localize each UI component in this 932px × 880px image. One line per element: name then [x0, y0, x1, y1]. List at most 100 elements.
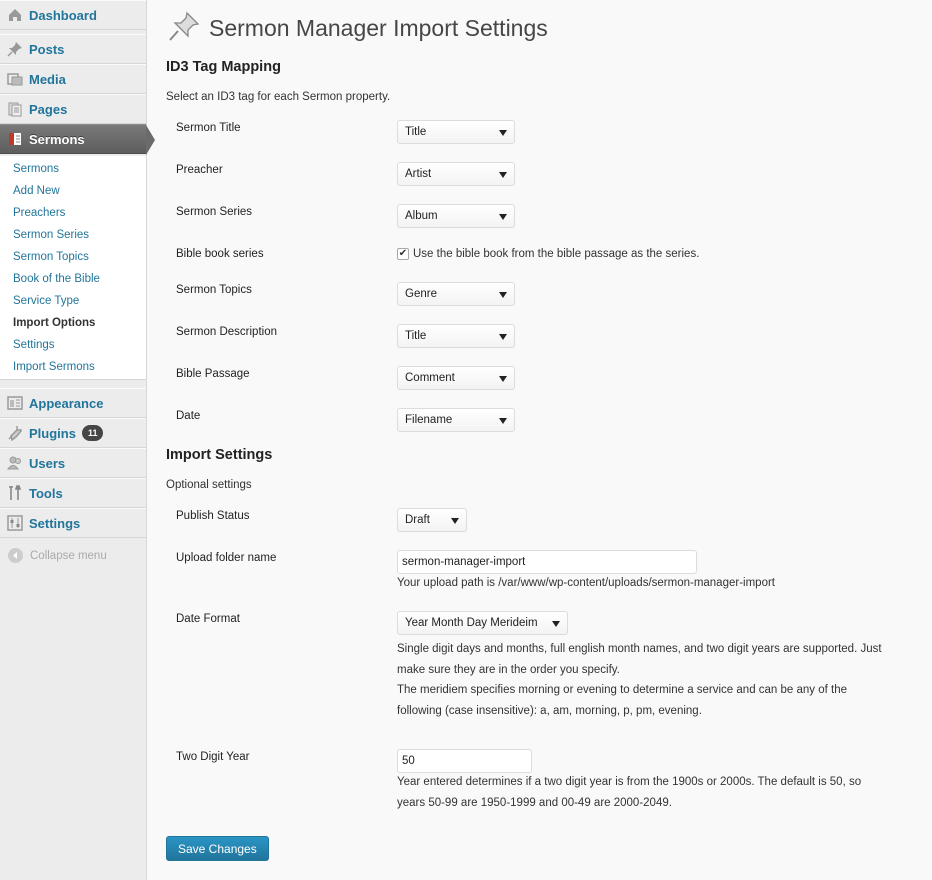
collapse-menu-label: Collapse menu [30, 549, 107, 562]
select-value: Artist [405, 168, 432, 180]
publish-status-select[interactable]: Draft [397, 508, 467, 532]
chevron-down-icon [499, 334, 507, 340]
menu-posts[interactable]: Posts [0, 34, 146, 64]
select-value: Comment [405, 372, 455, 384]
publish-status-label: Publish Status [176, 510, 250, 522]
main-content: Sermon Manager Import Settings ID3 Tag M… [147, 0, 932, 880]
select-value: Genre [405, 288, 437, 300]
tools-icon [6, 484, 24, 502]
date-format-select[interactable]: Year Month Day Merideim [397, 611, 568, 635]
menu-dashboard[interactable]: Dashboard [0, 0, 146, 30]
sermon-topics-select[interactable]: Genre [397, 282, 515, 306]
collapse-menu-button[interactable]: Collapse menu [8, 548, 107, 563]
select-value: Title [405, 330, 427, 342]
help-line: Year entered determines if a two digit y… [397, 776, 862, 788]
help-line: Single digit days and months, full engli… [397, 643, 882, 655]
preacher-select[interactable]: Artist [397, 162, 515, 186]
menu-label: Plugins [29, 425, 76, 441]
submenu-add-new[interactable]: Add New [13, 185, 60, 197]
menu-settings[interactable]: Settings [0, 508, 146, 538]
menu-users[interactable]: Users [0, 448, 146, 478]
menu-sermons[interactable]: Sermons [0, 124, 155, 155]
help-line: following (case insensitive): a, am, mor… [397, 704, 702, 717]
page-header: Sermon Manager Import Settings [167, 10, 548, 47]
plugin-icon [6, 424, 24, 442]
chevron-down-icon [499, 418, 507, 424]
id3-section-description: Select an ID3 tag for each Sermon proper… [166, 91, 391, 103]
date-format-label: Date Format [176, 613, 240, 625]
chevron-down-icon [499, 376, 507, 382]
menu-label: Dashboard [29, 7, 97, 23]
preacher-label: Preacher [176, 164, 223, 176]
upload-folder-input[interactable] [397, 550, 697, 574]
dashboard-icon [6, 6, 24, 24]
sermon-series-select[interactable]: Album [397, 204, 515, 228]
sermon-topics-label: Sermon Topics [176, 284, 252, 296]
help-line: The meridiem specifies morning or evenin… [397, 684, 848, 696]
date-format-help: Single digit days and months, full engli… [397, 639, 922, 721]
submenu-sermons[interactable]: Sermons [13, 163, 59, 175]
submenu-service-type[interactable]: Service Type [13, 295, 79, 307]
chevron-down-icon [499, 292, 507, 298]
menu-label: Settings [29, 515, 81, 531]
two-digit-year-label: Two Digit Year [176, 751, 250, 763]
media-icon [6, 70, 24, 88]
id3-section-heading: ID3 Tag Mapping [166, 59, 281, 75]
menu-label: Pages [29, 101, 68, 117]
menu-label: Users [29, 455, 66, 471]
submenu-settings[interactable]: Settings [13, 339, 55, 351]
submenu-sermon-series[interactable]: Sermon Series [13, 229, 89, 241]
pushpin-icon [167, 10, 201, 47]
sermon-series-label: Sermon Series [176, 206, 253, 218]
sermon-description-label: Sermon Description [176, 326, 277, 338]
bible-passage-select[interactable]: Comment [397, 366, 515, 390]
submenu-preachers[interactable]: Preachers [13, 207, 65, 219]
help-line: years 50-99 are 1950-1999 and 00-49 are … [397, 796, 672, 809]
select-value: Album [405, 210, 438, 222]
help-line: make sure they are in the order you spec… [397, 663, 620, 676]
chevron-down-icon [499, 130, 507, 136]
plugins-update-badge: 11 [81, 425, 104, 441]
menu-label: Sermons [29, 131, 85, 147]
menu-label: Tools [29, 485, 63, 501]
menu-tools[interactable]: Tools [0, 478, 146, 508]
select-value: Year Month Day Merideim [405, 617, 538, 629]
chevron-down-icon [451, 518, 459, 524]
bible-book-series-label: Bible book series [176, 248, 264, 260]
page-title: Sermon Manager Import Settings [209, 15, 548, 41]
sermon-description-select[interactable]: Title [397, 324, 515, 348]
chevron-down-icon [499, 172, 507, 178]
pushpin-icon [6, 40, 24, 58]
bible-book-series-checkbox[interactable]: ✔ [397, 248, 409, 260]
menu-label: Posts [29, 41, 65, 57]
bible-passage-label: Bible Passage [176, 368, 250, 380]
sermons-submenu: Sermons Add New Preachers Sermon Series … [0, 156, 146, 380]
users-icon [6, 454, 24, 472]
menu-label: Media [29, 71, 66, 87]
two-digit-year-help: Year entered determines if a two digit y… [397, 772, 922, 813]
menu-media[interactable]: Media [0, 64, 146, 94]
admin-sidebar: Dashboard Posts Media Pages Sermons Serm… [0, 0, 155, 880]
settings-icon [6, 514, 24, 532]
sermon-title-select[interactable]: Title [397, 120, 515, 144]
submenu-book-of-the-bible[interactable]: Book of the Bible [13, 273, 100, 285]
upload-path-help: Your upload path is /var/www/wp-content/… [397, 577, 775, 589]
menu-plugins[interactable]: Plugins 11 [0, 418, 146, 448]
appearance-icon [6, 394, 24, 412]
menu-appearance[interactable]: Appearance [0, 388, 146, 418]
import-section-heading: Import Settings [166, 447, 273, 463]
collapse-arrow-icon [8, 548, 23, 563]
menu-pages[interactable]: Pages [0, 94, 146, 124]
save-changes-button[interactable]: Save Changes [166, 836, 269, 861]
upload-folder-label: Upload folder name [176, 552, 277, 564]
bible-book-series-checkbox-label[interactable]: Use the bible book from the bible passag… [413, 248, 699, 260]
select-value: Title [405, 126, 427, 138]
book-icon [6, 130, 24, 148]
submenu-import-options[interactable]: Import Options [13, 317, 95, 329]
submenu-import-sermons[interactable]: Import Sermons [13, 361, 95, 373]
select-value: Filename [405, 414, 453, 426]
submenu-sermon-topics[interactable]: Sermon Topics [13, 251, 89, 263]
date-select[interactable]: Filename [397, 408, 515, 432]
checkmark-icon: ✔ [398, 248, 408, 259]
two-digit-year-input[interactable] [397, 749, 532, 773]
